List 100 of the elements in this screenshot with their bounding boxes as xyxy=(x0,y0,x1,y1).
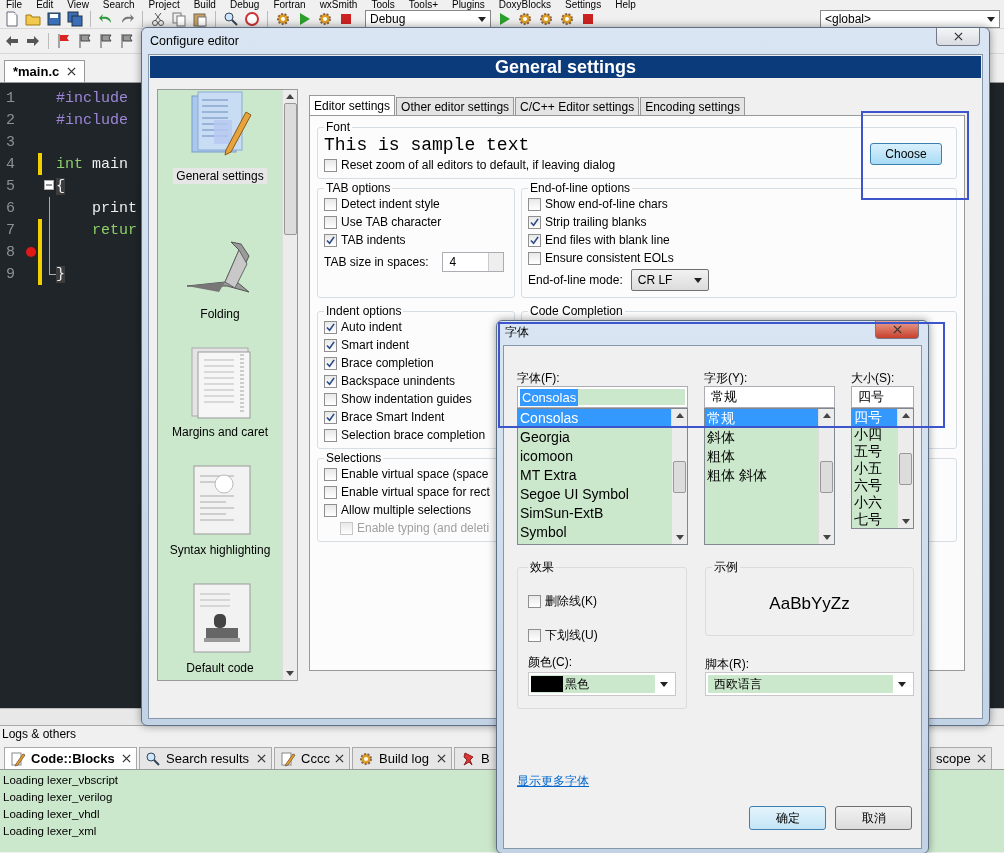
menu-item[interactable]: Edit xyxy=(36,0,54,10)
category-item[interactable]: General settings xyxy=(173,168,267,184)
list-item[interactable]: 七号 xyxy=(852,511,897,528)
gear-icon[interactable] xyxy=(559,11,575,27)
pencil-icon[interactable] xyxy=(280,750,296,767)
checkbox[interactable] xyxy=(324,485,337,499)
list-item[interactable]: icomoon xyxy=(518,447,671,466)
tab[interactable]: Other editor settings xyxy=(396,97,515,115)
tab[interactable]: C/C++ Editor settings xyxy=(515,97,640,115)
gear-icon[interactable] xyxy=(275,11,291,27)
list-item[interactable]: 粗体 xyxy=(705,447,818,466)
scrollbar-thumb[interactable] xyxy=(820,460,833,493)
checkbox[interactable] xyxy=(324,215,337,229)
pencil-icon[interactable] xyxy=(10,750,26,767)
menu-item[interactable]: View xyxy=(67,0,89,10)
close-icon[interactable] xyxy=(892,325,902,334)
checkbox[interactable] xyxy=(528,594,541,608)
search-icon[interactable] xyxy=(145,750,161,767)
menu-item[interactable]: Plugins xyxy=(451,0,485,10)
dialog-button[interactable]: 确定 xyxy=(749,806,826,830)
stop-icon[interactable] xyxy=(580,11,596,27)
log-tab[interactable]: Cccc xyxy=(274,747,350,769)
scroll-up-icon[interactable] xyxy=(675,413,684,418)
checkbox[interactable] xyxy=(324,197,337,211)
choose-button[interactable]: Choose xyxy=(870,143,942,165)
flag-outline-icon[interactable] xyxy=(98,33,114,49)
build-target-dropdown[interactable]: Debug xyxy=(365,10,491,28)
color-dropdown[interactable]: 黑色 xyxy=(528,672,676,696)
menu-item[interactable]: Project xyxy=(148,0,180,10)
arrow-right-icon[interactable] xyxy=(25,33,41,49)
checkbox[interactable] xyxy=(528,628,541,642)
more-fonts-link[interactable]: 显示更多字体 xyxy=(517,773,589,790)
menu-item[interactable]: Debug xyxy=(229,0,260,10)
close-icon[interactable] xyxy=(335,754,344,763)
close-icon[interactable] xyxy=(437,754,446,763)
scroll-down-icon[interactable] xyxy=(822,535,831,540)
style-field[interactable]: 常规 xyxy=(704,386,835,408)
flag-outline-icon[interactable] xyxy=(77,33,93,49)
list-item[interactable]: 小四 xyxy=(852,426,897,443)
list-item[interactable]: MT Extra xyxy=(518,466,671,485)
close-icon[interactable] xyxy=(122,754,131,763)
menu-item[interactable]: DoxyBlocks xyxy=(498,0,552,10)
list-item[interactable]: 六号 xyxy=(852,477,897,494)
checkbox[interactable] xyxy=(324,158,337,172)
eol-mode-dropdown[interactable]: CR LF xyxy=(630,269,709,291)
checkbox[interactable] xyxy=(324,392,337,406)
log-tab[interactable]: Build log xyxy=(352,747,452,769)
save-icon[interactable] xyxy=(46,11,62,27)
category-item[interactable]: Folding xyxy=(197,306,243,322)
flag-icon[interactable] xyxy=(56,33,72,49)
gear-icon[interactable] xyxy=(358,750,374,767)
close-button[interactable] xyxy=(936,28,980,46)
size-field[interactable]: 四号 xyxy=(851,386,914,408)
menu-item[interactable]: Help xyxy=(615,0,636,10)
checkbox[interactable] xyxy=(324,374,337,388)
category-item[interactable]: Default code xyxy=(183,660,257,676)
log-tab[interactable]: Code::Blocks xyxy=(4,747,137,769)
close-icon[interactable] xyxy=(953,32,963,41)
flag-outline-icon[interactable] xyxy=(119,33,135,49)
stop-icon[interactable] xyxy=(338,11,354,27)
checkbox[interactable] xyxy=(324,233,337,247)
list-item[interactable]: Segoe UI Symbol xyxy=(518,485,671,504)
search-icon[interactable] xyxy=(223,11,239,27)
checkbox[interactable] xyxy=(324,338,337,352)
checkbox[interactable] xyxy=(324,410,337,424)
menu-item[interactable]: Settings xyxy=(565,0,602,10)
scroll-up-icon[interactable] xyxy=(901,413,910,418)
list-item[interactable]: Symbol xyxy=(518,523,671,542)
editor-tab[interactable]: *main.c xyxy=(4,60,86,82)
checkbox[interactable] xyxy=(528,251,541,265)
menu-item[interactable]: Build xyxy=(193,0,216,10)
scrollbar-thumb[interactable] xyxy=(283,103,297,235)
menu-item[interactable]: Search xyxy=(102,0,135,10)
list-item[interactable]: 小六 xyxy=(852,494,897,511)
checkbox[interactable] xyxy=(324,467,337,481)
category-item[interactable]: Syntax highlighting xyxy=(166,542,274,558)
scrollbar[interactable] xyxy=(282,90,297,680)
checkbox[interactable] xyxy=(528,233,541,247)
gear-icon[interactable] xyxy=(517,11,533,27)
pin-icon[interactable] xyxy=(460,750,476,767)
tab[interactable]: Editor settings xyxy=(309,95,396,115)
scope-dropdown[interactable]: <global> xyxy=(820,10,1000,28)
list-item[interactable]: 斜体 xyxy=(705,428,818,447)
list-item[interactable]: Georgia xyxy=(518,428,671,447)
checkbox[interactable] xyxy=(528,215,541,229)
close-icon[interactable] xyxy=(257,754,266,763)
cut-icon[interactable] xyxy=(150,11,166,27)
scroll-up-icon[interactable] xyxy=(822,413,831,418)
scrollbar-thumb[interactable] xyxy=(673,460,686,493)
tab-size-field[interactable]: 4 xyxy=(442,252,505,272)
menu-item[interactable]: Tools xyxy=(371,0,395,10)
fold-icon[interactable] xyxy=(44,180,54,190)
checkbox[interactable] xyxy=(324,320,337,334)
menu-item[interactable]: wxSmith xyxy=(319,0,358,10)
tab[interactable]: Encoding settings xyxy=(640,97,745,115)
scroll-down-icon[interactable] xyxy=(675,535,684,540)
list-item[interactable]: 五号 xyxy=(852,443,897,460)
paste-icon[interactable] xyxy=(192,11,208,27)
scrollbar[interactable] xyxy=(818,409,834,544)
close-icon[interactable] xyxy=(977,754,986,763)
